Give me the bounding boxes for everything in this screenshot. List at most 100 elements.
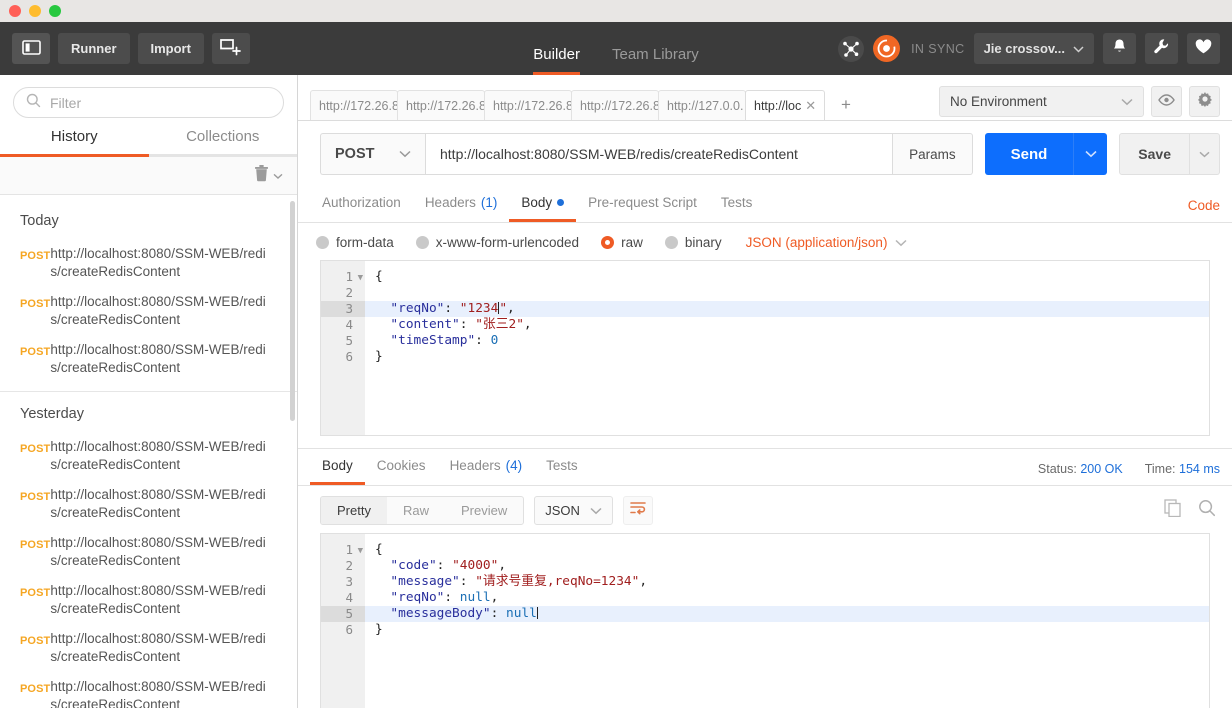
history-item[interactable]: POST http://localhost:8080/SSM-WEB/redis… bbox=[0, 432, 297, 480]
fold-arrow-icon[interactable]: ▼ bbox=[358, 270, 363, 286]
sidebar-scrollbar[interactable] bbox=[290, 201, 295, 421]
save-button[interactable]: Save bbox=[1119, 133, 1190, 175]
response-tab-tests[interactable]: Tests bbox=[534, 458, 590, 485]
history-item-url: http://localhost:8080/SSM-WEB/redis/crea… bbox=[50, 583, 266, 616]
history-item-url: http://localhost:8080/SSM-WEB/redis/crea… bbox=[50, 294, 266, 327]
http-method-select[interactable]: POST bbox=[320, 133, 425, 175]
response-code-area[interactable]: { "code": "4000", "message": "请求号重复,reqN… bbox=[365, 534, 1209, 708]
chevron-down-icon bbox=[590, 503, 602, 518]
chevron-down-icon bbox=[1199, 145, 1210, 163]
history-item-method: POST bbox=[20, 250, 51, 262]
environment-settings-button[interactable] bbox=[1189, 86, 1220, 117]
save-options-button[interactable] bbox=[1190, 133, 1220, 175]
code-link[interactable]: Code bbox=[1188, 198, 1220, 222]
history-item[interactable]: POST http://localhost:8080/SSM-WEB/redis… bbox=[0, 239, 297, 287]
request-tab-active[interactable]: http://loc ✕ bbox=[745, 90, 825, 120]
history-list[interactable]: Today POST http://localhost:8080/SSM-WEB… bbox=[0, 195, 297, 708]
chevron-down-icon[interactable] bbox=[273, 167, 283, 185]
history-item-url: http://localhost:8080/SSM-WEB/redis/crea… bbox=[50, 679, 266, 708]
history-item[interactable]: POST http://localhost:8080/SSM-WEB/redis… bbox=[0, 624, 297, 672]
user-account-menu[interactable]: Jie crossov... bbox=[973, 33, 1094, 64]
settings-wrench-button[interactable] bbox=[1145, 33, 1178, 64]
history-item[interactable]: POST http://localhost:8080/SSM-WEB/redis… bbox=[0, 576, 297, 624]
request-body-editor[interactable]: 1 ▼ 2 3 4 5 6 { "reqNo": "1234", "content… bbox=[320, 260, 1210, 436]
history-item[interactable]: POST http://localhost:8080/SSM-WEB/redis… bbox=[0, 528, 297, 576]
body-type-form-data[interactable]: form-data bbox=[316, 235, 394, 250]
filter-input[interactable] bbox=[50, 94, 271, 111]
nav-tab-builder[interactable]: Builder bbox=[533, 46, 580, 75]
code-line: { bbox=[375, 542, 383, 557]
trash-icon[interactable] bbox=[254, 164, 269, 187]
window-minimize-button[interactable] bbox=[29, 5, 41, 17]
view-mode-preview[interactable]: Preview bbox=[445, 497, 523, 524]
chevron-down-icon bbox=[1085, 145, 1097, 163]
filter-box[interactable] bbox=[13, 87, 284, 118]
runner-button[interactable]: Runner bbox=[58, 33, 130, 64]
body-type-raw[interactable]: raw bbox=[601, 235, 643, 250]
request-tab[interactable]: http://172.26.8 bbox=[484, 90, 572, 120]
search-icon[interactable] bbox=[1198, 499, 1216, 522]
line-number: 6 bbox=[345, 349, 353, 364]
subtab-headers[interactable]: Headers (1) bbox=[413, 195, 510, 222]
notifications-button[interactable] bbox=[1103, 33, 1136, 64]
add-request-tab-button[interactable]: + bbox=[830, 90, 862, 120]
body-type-label: x-www-form-urlencoded bbox=[435, 235, 580, 250]
subtab-label: Pre-request Script bbox=[588, 195, 697, 210]
body-type-binary[interactable]: binary bbox=[664, 235, 722, 250]
send-button[interactable]: Send bbox=[984, 133, 1074, 175]
response-tab-body[interactable]: Body bbox=[310, 458, 365, 485]
sync-orbit-icon[interactable] bbox=[873, 35, 901, 62]
body-type-urlencoded[interactable]: x-www-form-urlencoded bbox=[415, 235, 580, 250]
history-group-today: Today POST http://localhost:8080/SSM-WEB… bbox=[0, 199, 297, 383]
new-tab-button[interactable] bbox=[211, 33, 250, 64]
nav-tab-team-library[interactable]: Team Library bbox=[612, 46, 699, 75]
request-tab-label: http://loc bbox=[754, 98, 802, 113]
request-code-area[interactable]: { "reqNo": "1234", "content": "张三2", "ti… bbox=[365, 261, 1209, 435]
environment-select[interactable]: No Environment bbox=[939, 86, 1144, 117]
fold-arrow-icon[interactable]: ▼ bbox=[358, 543, 363, 559]
request-tab[interactable]: http://172.26.8 bbox=[397, 90, 485, 120]
import-button[interactable]: Import bbox=[137, 33, 204, 64]
response-format-select[interactable]: JSON bbox=[534, 496, 613, 525]
subtab-authorization[interactable]: Authorization bbox=[310, 195, 413, 222]
history-group-title: Today bbox=[20, 213, 59, 229]
request-tab[interactable]: http://127.0.0. bbox=[658, 90, 746, 120]
word-wrap-toggle[interactable] bbox=[622, 496, 653, 525]
send-options-button[interactable] bbox=[1073, 133, 1108, 175]
history-item-method: POST bbox=[20, 635, 51, 647]
request-tab[interactable]: http://172.26.8 bbox=[310, 90, 398, 120]
subtab-body[interactable]: Body bbox=[509, 195, 577, 222]
request-tab[interactable]: http://172.26.8 bbox=[571, 90, 659, 120]
params-button[interactable]: Params bbox=[893, 133, 973, 175]
content-type-select[interactable]: JSON (application/json) bbox=[746, 235, 908, 250]
window-maximize-button[interactable] bbox=[49, 5, 61, 17]
close-icon[interactable]: ✕ bbox=[801, 98, 816, 114]
sidebar-toggle-button[interactable] bbox=[12, 33, 50, 64]
sidebar-tab-history[interactable]: History bbox=[0, 128, 149, 157]
favorites-button[interactable] bbox=[1187, 33, 1220, 64]
history-item[interactable]: POST http://localhost:8080/SSM-WEB/redis… bbox=[0, 335, 297, 383]
network-nodes-icon[interactable] bbox=[838, 35, 865, 62]
window-close-button[interactable] bbox=[9, 5, 21, 17]
sidebar-layout-icon bbox=[21, 39, 41, 58]
history-item-method: POST bbox=[20, 683, 51, 695]
environment-quick-look-button[interactable] bbox=[1151, 86, 1182, 117]
copy-icon[interactable] bbox=[1164, 499, 1182, 522]
response-tab-headers[interactable]: Headers (4) bbox=[438, 458, 535, 485]
sidebar-tab-collections[interactable]: Collections bbox=[148, 128, 297, 157]
subtab-pre-request-script[interactable]: Pre-request Script bbox=[576, 195, 709, 222]
history-item-method: POST bbox=[20, 539, 51, 551]
save-button-group: Save bbox=[1119, 133, 1220, 175]
history-item[interactable]: POST http://localhost:8080/SSM-WEB/redis… bbox=[0, 287, 297, 335]
subtab-tests[interactable]: Tests bbox=[709, 195, 765, 222]
view-mode-raw[interactable]: Raw bbox=[387, 497, 445, 524]
history-item[interactable]: POST http://localhost:8080/SSM-WEB/redis… bbox=[0, 480, 297, 528]
send-button-group: Send bbox=[984, 133, 1108, 175]
eye-icon bbox=[1158, 93, 1175, 111]
history-item[interactable]: POST http://localhost:8080/SSM-WEB/redis… bbox=[0, 672, 297, 708]
view-mode-pretty[interactable]: Pretty bbox=[321, 497, 387, 524]
response-body-editor[interactable]: 1 ▼ 2 3 4 5 6 { "code": "4000", "message"… bbox=[320, 533, 1210, 708]
request-url-input[interactable]: http://localhost:8080/SSM-WEB/redis/crea… bbox=[425, 133, 894, 175]
response-tab-cookies[interactable]: Cookies bbox=[365, 458, 438, 485]
line-number: 1 ▼ bbox=[321, 542, 365, 558]
